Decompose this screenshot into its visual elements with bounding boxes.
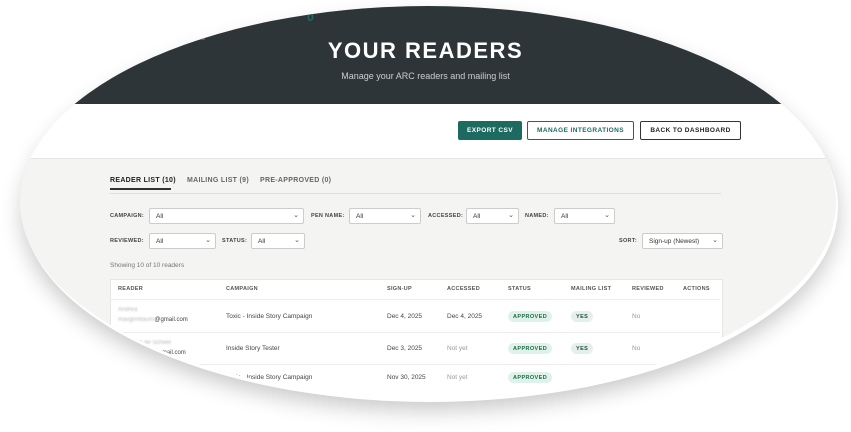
column-header-accessed: ACCESSED: [447, 286, 480, 292]
mailing-badge: YES: [571, 343, 594, 354]
export-csv-button[interactable]: EXPORT CSV: [458, 121, 522, 140]
stat-value: 0: [307, 10, 314, 24]
stat-mailing-list: 9 MAILING LIST 7 unique readers: [160, 10, 212, 42]
reviewed-filter-label: REVIEWED:: [110, 238, 144, 244]
named-select[interactable]: All ⌄: [554, 208, 615, 224]
reader-name: Jade van de Scheer: [118, 340, 172, 346]
back-to-dashboard-button[interactable]: BACK TO DASHBOARD: [640, 121, 741, 140]
select-value: All: [561, 212, 569, 220]
campaign-cell: Inside Story Tester: [226, 345, 280, 352]
reader-email: vandescheer@gmail.com: [118, 350, 186, 356]
sort-select[interactable]: Sign-up (Newest) ⌄: [642, 233, 723, 249]
accessed-cell: Dec 4, 2025: [447, 313, 483, 320]
campaign-select[interactable]: All ⌄: [149, 208, 304, 224]
row-divider: [111, 364, 720, 365]
stat-label: MAILING LIST: [166, 28, 206, 34]
chevron-down-icon: ⌄: [712, 237, 718, 244]
select-value: All: [356, 212, 364, 220]
column-header-campaign: CAMPAIGN: [226, 286, 258, 292]
stat-value: 10: [109, 10, 123, 24]
column-header-actions: ACTIONS: [683, 286, 710, 292]
chevron-down-icon: ⌄: [205, 237, 211, 244]
status-badge: APPROVED: [508, 372, 553, 383]
column-header-reviewed: REVIEWED: [632, 286, 664, 292]
stat-value: 6: [244, 10, 252, 24]
status-filter-label: STATUS:: [222, 238, 248, 244]
campaign-cell: Toxic - Inside Story Campaign: [226, 374, 313, 381]
stat-value: 9: [182, 10, 190, 24]
stat-pre-approved: 0 PRE-APPROVED: [283, 10, 338, 34]
reviewed-cell: No: [632, 345, 641, 352]
select-value: All: [156, 237, 164, 245]
row-divider: [111, 332, 720, 333]
page-title: YOUR READERS: [327, 38, 524, 63]
page-header: YOUR READERS Manage your ARC readers and…: [20, 6, 836, 104]
accessed-cell: Not yet: [447, 374, 468, 381]
status-badge: APPROVED: [508, 311, 553, 322]
select-value: All: [258, 237, 266, 245]
sort-label: SORT:: [619, 238, 637, 244]
signup-cell: Nov 30, 2025: [387, 374, 426, 381]
table-header-divider: [111, 299, 720, 300]
reader-email-prefix: maxgrinbaum: [118, 317, 155, 323]
stat-accessed: 6 ACCESSED: [228, 10, 268, 34]
signup-cell: Dec 3, 2025: [387, 345, 423, 352]
reader-email-prefix: vandescheer: [118, 350, 153, 356]
pen-name-filter-label: PEN NAME:: [311, 213, 345, 219]
campaign-filter-label: CAMPAIGN:: [110, 213, 145, 219]
chevron-down-icon: ⌄: [294, 237, 300, 244]
named-filter-label: NAMED:: [525, 213, 549, 219]
mailing-badge: YES: [571, 311, 594, 322]
results-count: Showing 10 of 10 readers: [110, 262, 185, 269]
accessed-cell: Not yet: [447, 345, 468, 352]
tab-mailing-list[interactable]: MAILING LIST (9): [187, 177, 249, 184]
signup-cell: Dec 4, 2025: [387, 313, 423, 320]
chevron-down-icon: ⌄: [410, 212, 416, 219]
accessed-select[interactable]: All ⌄: [466, 208, 519, 224]
chevron-down-icon: ⌄: [293, 212, 299, 219]
reader-name: Andrea: [118, 307, 138, 313]
column-header-status: STATUS: [508, 286, 531, 292]
stat-sub: 7 unique readers: [167, 36, 205, 42]
column-header-reader: READER: [118, 286, 144, 292]
tab-pre-approved[interactable]: PRE-APPROVED (0): [260, 177, 331, 184]
chevron-down-icon: ⌄: [508, 212, 514, 219]
column-header-sign-up: SIGN-UP: [387, 286, 413, 292]
tab-divider: [110, 193, 721, 194]
cropped-screenshot-frame: YOUR READERS Manage your ARC readers and…: [20, 6, 836, 398]
reader-email-domain: @gmail.com: [152, 350, 186, 356]
tab-reader-list[interactable]: READER LIST (10): [110, 177, 176, 184]
stat-label: ACCESSED: [231, 28, 265, 34]
reader-email-domain: @gmail.com: [154, 317, 188, 323]
stat-sub: 9 unique readers: [97, 36, 135, 42]
select-value: Sign-up (Newest): [649, 237, 700, 245]
stat-total-signups: 10 TOTAL SIGNUPS 9 unique readers: [90, 10, 142, 42]
reviewed-cell: No: [632, 313, 641, 320]
campaign-cell: Toxic - Inside Story Campaign: [226, 313, 313, 320]
reviewed-select[interactable]: All ⌄: [149, 233, 216, 249]
column-header-mailing-list: MAILING LIST: [571, 286, 612, 292]
active-tab-indicator: [110, 188, 171, 190]
reader-email: maxgrinbaum@gmail.com: [118, 317, 188, 323]
manage-integrations-button[interactable]: MANAGE INTEGRATIONS: [527, 121, 634, 140]
accessed-filter-label: ACCESSED:: [428, 213, 464, 219]
select-value: All: [156, 212, 164, 220]
pen-name-select[interactable]: All ⌄: [349, 208, 421, 224]
page-subtitle: Manage your ARC readers and mailing list: [341, 71, 510, 81]
stat-label: PRE-APPROVED: [286, 28, 335, 34]
status-badge: APPROVED: [508, 343, 553, 354]
chevron-down-icon: ⌄: [604, 212, 610, 219]
status-select[interactable]: All ⌄: [251, 233, 305, 249]
stat-label: TOTAL SIGNUPS: [92, 28, 140, 34]
select-value: All: [473, 212, 481, 220]
